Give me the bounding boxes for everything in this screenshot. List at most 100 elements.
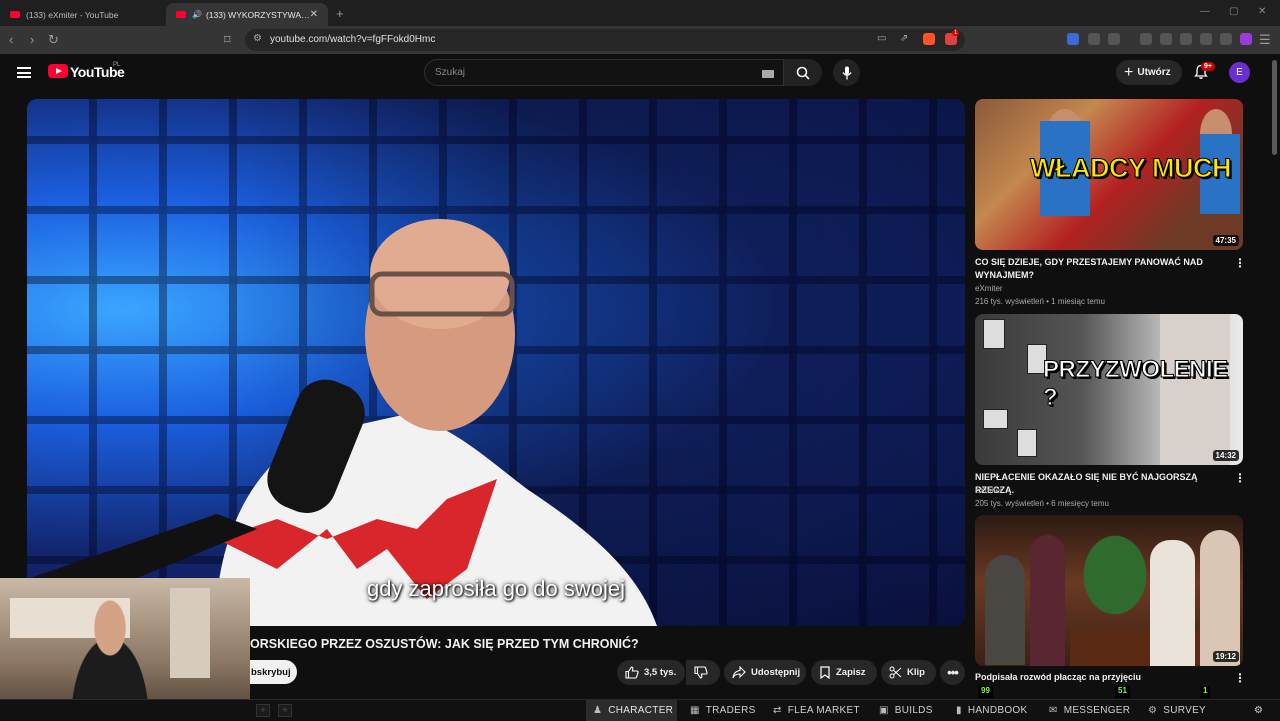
recommendation-thumbnail[interactable]: PRZYZWOLENIE ? 14:32 bbox=[975, 314, 1243, 465]
new-tab-icon[interactable]: + bbox=[336, 6, 344, 21]
thumb-photo bbox=[983, 319, 1005, 349]
profile-icon[interactable] bbox=[1240, 33, 1252, 45]
save-bookmark-icon bbox=[820, 666, 830, 679]
channel-name[interactable]: eXmiter bbox=[975, 486, 1003, 495]
site-settings-icon[interactable]: ⚙ bbox=[253, 33, 262, 44]
video-duration: 14:32 bbox=[1212, 450, 1239, 461]
maximize-icon[interactable]: ▢ bbox=[1229, 6, 1238, 17]
tab-search-icon[interactable] bbox=[1108, 33, 1120, 45]
vpn-icon[interactable] bbox=[1220, 33, 1232, 45]
subscribe-button[interactable]: bskrybuj bbox=[250, 660, 297, 684]
recommendation-title[interactable]: NIEPŁACENIE OKAZAŁO SIĘ NIE BYĆ NAJGORSZ… bbox=[975, 471, 1230, 497]
back-icon[interactable]: ‹ bbox=[9, 32, 13, 47]
minimize-icon[interactable]: — bbox=[1200, 6, 1210, 17]
recommendation-card-1[interactable]: WŁADCY MUCH 47:35 CO SIĘ DZIEJE, GDY PRZ… bbox=[975, 99, 1246, 309]
more-horizontal-icon: ••• bbox=[947, 665, 959, 680]
share-arrow-icon bbox=[732, 666, 746, 679]
video-duration: 47:35 bbox=[1212, 235, 1239, 246]
thumb-photo bbox=[983, 409, 1008, 429]
game-slot-icon[interactable]: + bbox=[278, 704, 292, 717]
brave-shield-icon[interactable] bbox=[923, 33, 935, 45]
more-actions-button[interactable]: ••• bbox=[940, 660, 965, 685]
music-icon[interactable] bbox=[1140, 33, 1152, 45]
game-tab-character[interactable]: ♟ CHARACTER bbox=[586, 700, 677, 721]
webcam-door bbox=[170, 588, 210, 678]
like-count: 3,5 tys. bbox=[644, 667, 677, 678]
youtube-logo-icon[interactable] bbox=[48, 64, 68, 78]
tab-active-video[interactable]: 🔊 (133) WYKORZYSTYWANIE PR ✕ bbox=[166, 3, 328, 26]
more-vert-icon[interactable]: ⋮ bbox=[1234, 256, 1246, 270]
account-avatar[interactable]: E bbox=[1229, 62, 1250, 83]
builds-icon: ▣ bbox=[879, 705, 889, 716]
handbook-icon: ▮ bbox=[956, 705, 962, 716]
bookmark-icon[interactable]: ⌑ bbox=[224, 32, 231, 48]
game-tab-messenger[interactable]: ✉ MESSENGER bbox=[1049, 700, 1130, 721]
browser-tab-bar: (133) eXmiter - YouTube 🔊 (133) WYKORZYS… bbox=[0, 0, 1280, 26]
game-stat-3: 1 bbox=[1200, 686, 1211, 698]
leo-icon[interactable] bbox=[1200, 33, 1212, 45]
game-slot-icon[interactable]: + bbox=[256, 704, 270, 717]
tab-label: (133) WYKORZYSTYWANIE PR bbox=[205, 9, 310, 20]
guide-menu-icon[interactable] bbox=[17, 67, 31, 78]
game-tab-builds[interactable]: ▣ BUILDS bbox=[879, 700, 933, 721]
like-button[interactable]: 3,5 tys. bbox=[617, 660, 685, 685]
puzzle-icon[interactable] bbox=[1088, 33, 1100, 45]
thumb-person bbox=[1200, 530, 1240, 666]
search-placeholder: Szukaj bbox=[435, 67, 466, 78]
close-icon[interactable]: ✕ bbox=[310, 9, 318, 20]
dislike-button[interactable] bbox=[686, 660, 720, 685]
more-vert-icon[interactable]: ⋮ bbox=[1234, 671, 1246, 685]
game-tab-survey[interactable]: ⚙ SURVEY bbox=[1148, 700, 1206, 721]
share-icon[interactable]: ⇗ bbox=[900, 33, 908, 44]
game-tab-handbook[interactable]: ▮ HANDBOOK bbox=[956, 700, 1027, 721]
video-frame-speaker bbox=[27, 219, 657, 626]
more-vert-icon[interactable]: ⋮ bbox=[1234, 471, 1246, 485]
game-tab-label: SURVEY bbox=[1163, 705, 1207, 716]
address-bar-row: ‹ › ↻ ⌑ ⚙ youtube.com/watch?v=fgFFokd0Hm… bbox=[0, 26, 1280, 54]
game-tab-label: TRADERS bbox=[705, 705, 756, 716]
video-duration: 19:12 bbox=[1212, 651, 1239, 662]
recommendation-title[interactable]: Podpisała rozwód płacząc na przyjęciu bbox=[975, 671, 1230, 684]
game-tab-traders[interactable]: ▦ TRADERS bbox=[690, 700, 756, 721]
youtube-favicon-icon bbox=[176, 11, 186, 18]
recommendation-title[interactable]: CO SIĘ DZIEJE, GDY PRZESTAJEMY PANOWAĆ N… bbox=[975, 256, 1230, 282]
search-button[interactable] bbox=[784, 59, 822, 86]
save-button[interactable]: Zapisz bbox=[811, 660, 877, 685]
voice-search-button[interactable] bbox=[833, 59, 860, 86]
sidebar-icon[interactable] bbox=[1160, 33, 1172, 45]
search-input[interactable]: Szukaj bbox=[424, 59, 784, 86]
forward-icon[interactable]: › bbox=[30, 32, 34, 47]
cast-icon[interactable]: ▭ bbox=[877, 33, 886, 44]
tab-exmiter[interactable]: (133) eXmiter - YouTube bbox=[0, 3, 166, 26]
youtube-favicon-icon bbox=[10, 11, 20, 18]
character-icon: ♟ bbox=[593, 705, 603, 716]
tab-label: (133) eXmiter - YouTube bbox=[26, 9, 119, 20]
game-stat-2: 51 bbox=[1115, 686, 1130, 698]
game-tab-label: HANDBOOK bbox=[967, 705, 1028, 716]
game-settings-icon[interactable]: ⚙ bbox=[1254, 700, 1263, 721]
wallet-icon[interactable] bbox=[1180, 33, 1192, 45]
thumbs-down-icon bbox=[694, 666, 708, 679]
recommendation-thumbnail[interactable]: 19:12 bbox=[975, 515, 1243, 666]
reload-icon[interactable]: ↻ bbox=[48, 32, 59, 48]
extension-icon[interactable] bbox=[1067, 33, 1079, 45]
recommendation-card-2[interactable]: PRZYZWOLENIE ? 14:32 NIEPŁACENIE OKAZAŁO… bbox=[975, 314, 1246, 514]
video-player[interactable]: gdy zaprosiła go do swojej bbox=[27, 99, 965, 626]
game-tab-flea-market[interactable]: ⇄ FLEA MARKET bbox=[773, 700, 860, 721]
share-label: Udostępnij bbox=[751, 667, 801, 678]
menu-icon[interactable]: ☰ bbox=[1259, 32, 1271, 48]
page-scrollbar[interactable] bbox=[1272, 60, 1277, 155]
create-button[interactable]: + Utwórz bbox=[1116, 60, 1182, 85]
keyboard-icon[interactable] bbox=[762, 70, 774, 78]
recommendation-card-3[interactable]: 19:12 Podpisała rozwód płacząc na przyję… bbox=[975, 515, 1246, 685]
clip-button[interactable]: Klip bbox=[881, 660, 936, 685]
thumb-person bbox=[985, 555, 1025, 665]
game-stat-1: 99 bbox=[978, 686, 993, 698]
thumb-christmas-tree bbox=[1075, 525, 1155, 625]
channel-name[interactable]: eXmiter bbox=[975, 284, 1003, 293]
close-window-icon[interactable]: ✕ bbox=[1258, 6, 1266, 17]
share-button[interactable]: Udostępnij bbox=[724, 660, 806, 685]
recommendation-thumbnail[interactable]: WŁADCY MUCH 47:35 bbox=[975, 99, 1243, 250]
url-field[interactable]: ⚙ youtube.com/watch?v=fgFFokd0Hmc ▭ ⇗ 1 bbox=[245, 29, 965, 51]
speaker-icon[interactable]: 🔊 bbox=[192, 10, 202, 19]
